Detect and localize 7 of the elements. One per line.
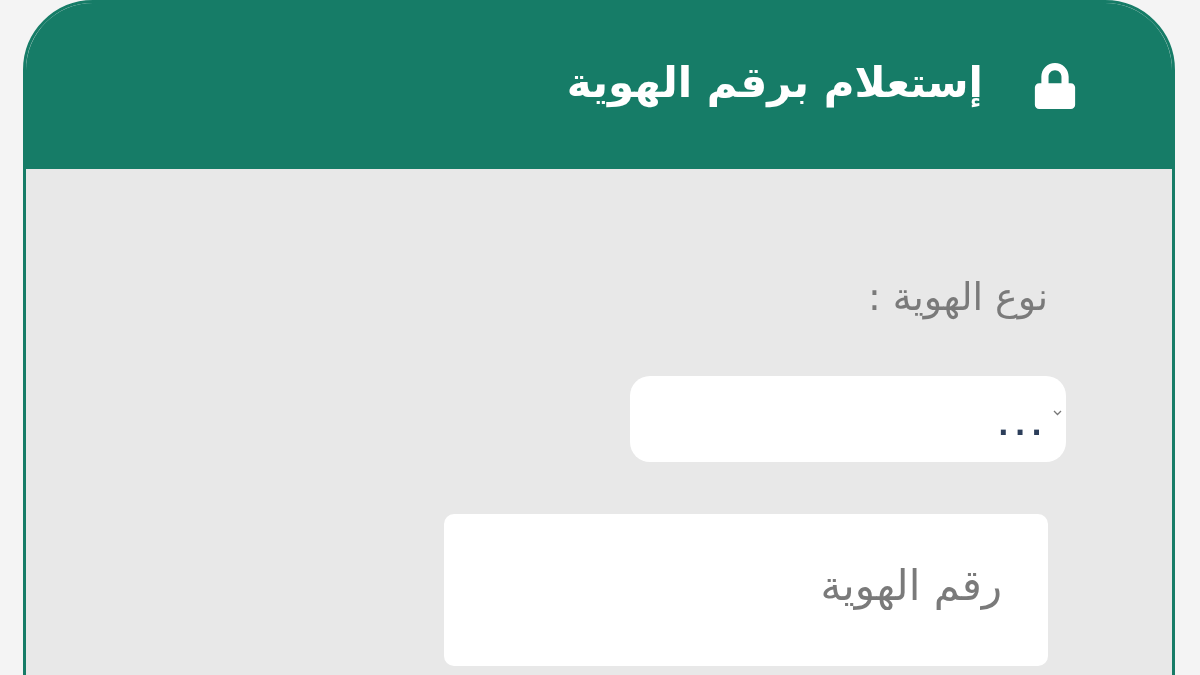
header-title: إستعلام برقم الهوية [566,56,983,110]
id-number-input[interactable]: رقم الهوية [444,514,1048,666]
field-label: نوع الهوية : [867,274,1048,322]
select-value: ... [998,408,1048,444]
lock-icon [1033,63,1077,109]
id-type-select[interactable]: ... [630,376,1066,462]
caret-icon [1053,410,1062,416]
